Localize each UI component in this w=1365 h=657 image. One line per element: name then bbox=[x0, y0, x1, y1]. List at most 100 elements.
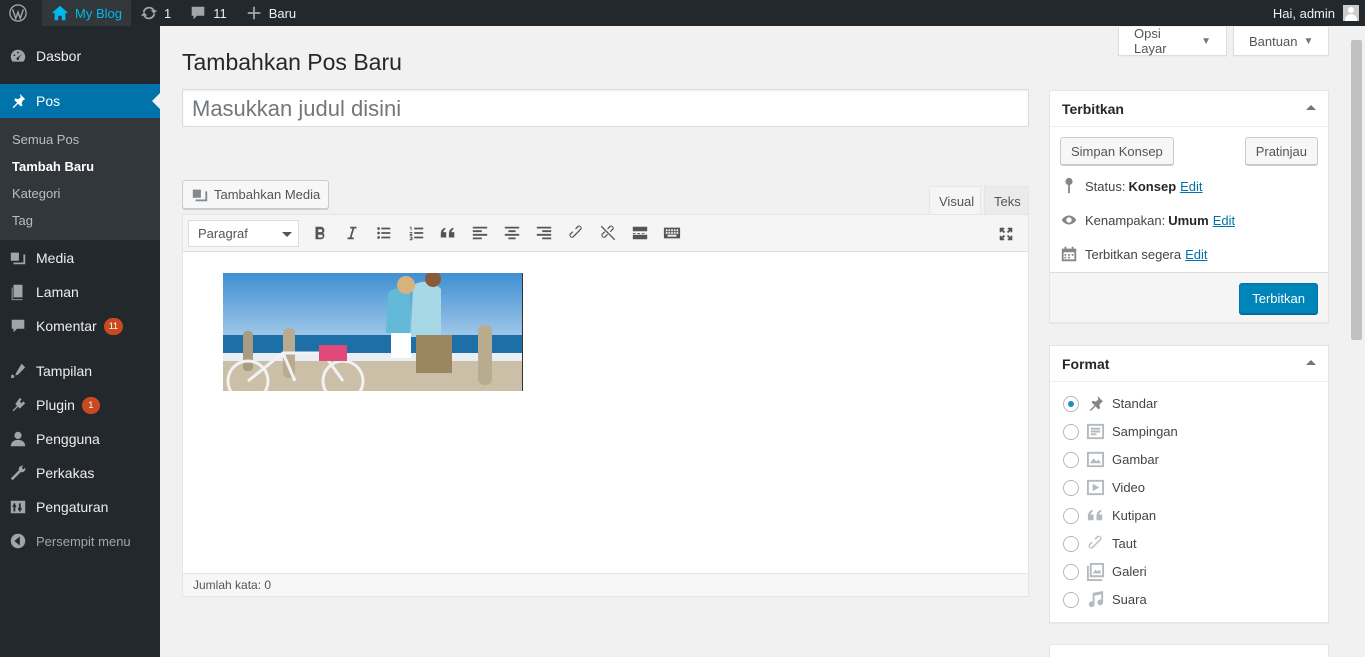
tab-text[interactable]: Teks bbox=[984, 186, 1029, 215]
align-left-button[interactable] bbox=[465, 218, 495, 248]
sidebar-item-komentar[interactable]: Komentar 11 bbox=[0, 309, 160, 343]
sidebar-item-pengaturan[interactable]: Pengaturan bbox=[0, 490, 160, 524]
comment-icon bbox=[191, 6, 205, 20]
visibility-label: Kenampakan: bbox=[1085, 212, 1166, 228]
plugins-badge: 1 bbox=[81, 396, 100, 414]
audio-icon bbox=[1088, 590, 1104, 608]
sidebar-item-dasbor[interactable]: Dasbor bbox=[0, 39, 160, 73]
updates-link[interactable]: 1 bbox=[131, 0, 180, 26]
publish-button[interactable]: Terbitkan bbox=[1239, 283, 1318, 314]
format-option-galeri[interactable]: Galeri bbox=[1063, 562, 1147, 581]
radio-button[interactable] bbox=[1063, 563, 1079, 580]
fullscreen-button[interactable] bbox=[991, 219, 1021, 249]
format-option-gambar[interactable]: Gambar bbox=[1063, 450, 1159, 469]
link-icon bbox=[569, 225, 582, 238]
pin-icon bbox=[1089, 395, 1104, 412]
pin-icon bbox=[12, 93, 26, 109]
read-more-button[interactable] bbox=[625, 218, 655, 248]
sidebar-item-media[interactable]: Media bbox=[0, 241, 160, 275]
radio-button[interactable] bbox=[1063, 423, 1079, 440]
radio-button[interactable] bbox=[1063, 591, 1079, 608]
collapse-arrow-icon[interactable] bbox=[1306, 105, 1316, 110]
edit-schedule-link[interactable]: Edit bbox=[1185, 247, 1207, 262]
radio-button[interactable] bbox=[1063, 507, 1079, 524]
sidebar-item-label: Dasbor bbox=[36, 48, 82, 64]
submenu-tags[interactable]: Tag bbox=[12, 213, 33, 228]
italic-button[interactable] bbox=[337, 218, 367, 248]
sidebar-item-tampilan[interactable]: Tampilan bbox=[0, 354, 160, 388]
help-button[interactable]: Bantuan ▼ bbox=[1233, 27, 1329, 56]
comment-icon bbox=[11, 319, 25, 333]
site-name-link[interactable]: My Blog bbox=[42, 0, 131, 26]
format-select[interactable]: Paragraf bbox=[188, 219, 299, 247]
submenu-categories[interactable]: Kategori bbox=[12, 186, 60, 201]
format-option-video[interactable]: Video bbox=[1063, 478, 1145, 497]
sidebar-item-label: Plugin bbox=[36, 397, 75, 413]
bold-button[interactable] bbox=[305, 218, 335, 248]
preview-button[interactable]: Pratinjau bbox=[1244, 137, 1318, 165]
scrollbar-thumb[interactable] bbox=[1351, 40, 1362, 340]
caret-down-icon: ▼ bbox=[1303, 35, 1314, 47]
radio-button[interactable] bbox=[1063, 535, 1079, 552]
my-account[interactable]: Hai, admin bbox=[1273, 5, 1365, 21]
collapse-arrow-icon[interactable] bbox=[1306, 360, 1316, 365]
screen-options-button[interactable]: Opsi Layar ▼ bbox=[1118, 26, 1227, 56]
format-option-label: Video bbox=[1112, 480, 1146, 495]
toolbar-toggle-button[interactable] bbox=[657, 218, 687, 248]
wordpress-logo[interactable] bbox=[0, 0, 42, 26]
collapse-menu-button[interactable]: Persempit menu bbox=[0, 524, 160, 558]
new-content-link[interactable]: Baru bbox=[236, 0, 305, 26]
blockquote-button[interactable] bbox=[433, 218, 463, 248]
tab-visual[interactable]: Visual bbox=[929, 186, 981, 215]
align-right-button[interactable] bbox=[529, 218, 559, 248]
post-title-input[interactable]: Masukkan judul disini bbox=[182, 89, 1029, 127]
comments-link[interactable]: 11 bbox=[180, 0, 236, 26]
page-scrollbar[interactable] bbox=[1348, 26, 1365, 657]
sidebar-item-label: Laman bbox=[36, 284, 79, 300]
format-option-kutipan[interactable]: Kutipan bbox=[1063, 506, 1156, 525]
sidebar-item-label: Komentar bbox=[36, 318, 97, 334]
sidebar-item-laman[interactable]: Laman bbox=[0, 275, 160, 309]
post-editor: Paragraf Jumlah kata: 0 bbox=[182, 214, 1029, 597]
sidebar-item-pos[interactable]: Pos bbox=[0, 84, 160, 118]
help-label: Bantuan bbox=[1249, 33, 1298, 49]
sidebar-item-pengguna[interactable]: Pengguna bbox=[0, 422, 160, 456]
edit-status-link[interactable]: Edit bbox=[1180, 179, 1202, 194]
format-option-sampingan[interactable]: Sampingan bbox=[1063, 422, 1178, 441]
plugin-icon bbox=[12, 397, 26, 412]
sidebar-item-plugin[interactable]: Plugin 1 bbox=[0, 388, 160, 422]
pin-icon bbox=[1065, 177, 1073, 194]
sidebar-item-label: Pengguna bbox=[36, 431, 100, 447]
embedded-image[interactable] bbox=[223, 273, 523, 391]
media-icon bbox=[192, 189, 208, 201]
submenu-add-new[interactable]: Tambah Baru bbox=[12, 159, 94, 174]
bullet-list-button[interactable] bbox=[369, 218, 399, 248]
unlink-icon bbox=[600, 225, 616, 241]
radio-button[interactable] bbox=[1063, 451, 1079, 468]
format-option-label: Standar bbox=[1112, 396, 1158, 411]
caret-down-icon: ▼ bbox=[1201, 35, 1211, 47]
posts-submenu: Semua Pos Tambah Baru Kategori Tag bbox=[0, 118, 160, 240]
sidebar-item-perkakas[interactable]: Perkakas bbox=[0, 456, 160, 490]
format-box-header[interactable]: Format bbox=[1050, 346, 1328, 382]
align-center-button[interactable] bbox=[497, 218, 527, 248]
quote-icon bbox=[1087, 509, 1103, 521]
add-media-button[interactable]: Tambahkan Media bbox=[182, 180, 330, 209]
radio-button[interactable] bbox=[1063, 479, 1079, 496]
insert-link-button[interactable] bbox=[561, 218, 591, 248]
numbered-list-button[interactable] bbox=[401, 218, 431, 248]
italic-icon bbox=[347, 226, 357, 240]
format-option-suara[interactable]: Suara bbox=[1063, 590, 1147, 609]
publish-box-header[interactable]: Terbitkan bbox=[1050, 91, 1328, 127]
format-option-standar[interactable]: Standar bbox=[1063, 394, 1158, 413]
radio-button[interactable] bbox=[1063, 395, 1079, 412]
settings-icon bbox=[10, 500, 26, 514]
save-draft-button[interactable]: Simpan Konsep bbox=[1060, 137, 1174, 165]
edit-visibility-link[interactable]: Edit bbox=[1213, 213, 1235, 228]
submenu-all-posts[interactable]: Semua Pos bbox=[12, 132, 79, 147]
format-option-taut[interactable]: Taut bbox=[1063, 534, 1137, 553]
admin-bar: My Blog 1 11 Baru Hai, admin bbox=[0, 0, 1365, 26]
remove-link-button[interactable] bbox=[593, 218, 623, 248]
editor-content-area[interactable] bbox=[183, 252, 1028, 573]
sidebar-item-label: Pengaturan bbox=[36, 499, 109, 515]
